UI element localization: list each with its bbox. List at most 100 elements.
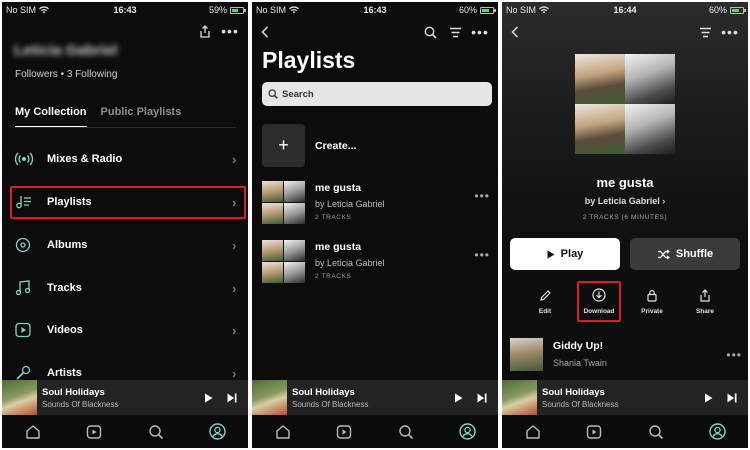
playlist-artwork [262,181,305,224]
menu-item-videos[interactable]: Videos › [12,313,244,347]
video-play-icon[interactable] [333,421,355,443]
bottom-nav [252,415,498,448]
menu-label: Artists [47,367,82,379]
mini-player-song: Soul Holidays [292,386,355,398]
track-row[interactable]: Giddy Up! Shania Twain ••• [510,338,742,374]
search-icon[interactable] [421,23,439,41]
profile-icon[interactable] [706,421,728,443]
lock-icon [632,286,672,304]
search-input[interactable]: Search [262,82,492,106]
edit-button[interactable]: Edit [525,286,565,315]
tab-my-collection[interactable]: My Collection [15,106,87,128]
play-icon[interactable] [200,390,216,406]
track-artist: Shania Twain [553,358,607,368]
create-playlist-button[interactable]: + Create... [262,124,356,167]
play-label: Play [560,248,584,260]
mini-player-artwork [502,380,537,415]
more-options-icon[interactable]: ••• [721,23,739,41]
more-options-icon[interactable]: ••• [474,248,490,262]
profile-name: Leticia Gabriel [14,42,118,59]
search-icon[interactable] [145,421,167,443]
home-icon[interactable] [522,421,544,443]
mini-player[interactable]: Soul Holidays Sounds Of Blackness [2,380,248,415]
profile-icon[interactable] [456,421,478,443]
battery-icon [730,6,746,14]
playlist-cover-art [575,54,675,154]
menu-label: Tracks [47,282,82,294]
status-bar: No SIM 16:43 59% [2,2,248,18]
menu-item-albums[interactable]: Albums › [12,228,244,262]
mini-player[interactable]: Soul Holidays Sounds Of Blackness [502,380,748,415]
mini-player-artist: Sounds Of Blackness [292,399,369,409]
bottom-nav [2,415,248,448]
followers-count[interactable]: Followers • 3 Following [15,69,117,80]
share-icon [685,286,725,304]
playlist-owner-link[interactable]: by Leticia Gabriel › [502,196,748,206]
shuffle-button[interactable]: Shuffle [630,238,740,270]
next-track-icon[interactable] [224,390,240,406]
home-icon[interactable] [272,421,294,443]
play-button[interactable]: Play [510,238,620,270]
more-options-icon[interactable]: ••• [726,348,742,362]
edit-label: Edit [538,308,552,315]
playlist-name: me gusta [315,182,362,194]
playlist-row[interactable]: me gusta by Leticia Gabriel 2 TRACKS ••• [262,240,490,286]
mini-player-song: Soul Holidays [42,386,105,398]
bottom-nav [502,415,748,448]
sort-icon[interactable] [446,23,464,41]
track-title: Giddy Up! [553,340,604,352]
page-title: Playlists [262,47,356,73]
playlist-track-count: 2 TRACKS [315,214,352,221]
more-options-icon[interactable]: ••• [474,189,490,203]
video-play-icon[interactable] [583,421,605,443]
next-track-icon[interactable] [724,390,740,406]
share-icon[interactable] [196,22,214,40]
video-play-icon[interactable] [83,421,105,443]
owner-name: by Leticia Gabriel [584,196,660,206]
playlist-artwork [262,240,305,283]
share-button[interactable]: Share [685,286,725,315]
play-icon[interactable] [700,390,716,406]
tab-public-playlists[interactable]: Public Playlists [101,106,182,128]
chevron-right-icon: › [662,196,666,206]
search-icon[interactable] [395,421,417,443]
mini-player-artist: Sounds Of Blackness [542,399,619,409]
search-placeholder: Search [282,88,314,100]
next-track-icon[interactable] [474,390,490,406]
home-icon[interactable] [22,421,44,443]
track-artwork [510,338,543,371]
menu-item-mixes-radio[interactable]: Mixes & Radio › [12,142,244,176]
video-icon [15,320,41,340]
playlist-row[interactable]: me gusta by Leticia Gabriel 2 TRACKS ••• [262,181,490,227]
download-highlight-box [577,281,621,322]
playlist-track-count: 2 TRACKS [315,273,352,280]
mini-player[interactable]: Soul Holidays Sounds Of Blackness [252,380,498,415]
battery-icon [230,6,246,14]
shuffle-label: Shuffle [675,248,714,260]
tab-divider [15,127,236,128]
search-icon[interactable] [645,421,667,443]
back-chevron-icon[interactable] [506,23,524,41]
menu-label: Albums [47,239,88,251]
playlist-detail-screen: No SIM 16:44 60% ••• me gusta by Leticia… [502,2,748,448]
back-chevron-icon[interactable] [256,23,274,41]
battery-percent: 59% [208,5,227,15]
create-label: Create... [315,139,357,152]
play-icon[interactable] [450,390,466,406]
private-button[interactable]: Private [632,286,672,315]
menu-label: Videos [47,324,83,336]
plus-icon: + [262,124,305,167]
menu-item-tracks[interactable]: Tracks › [12,271,244,305]
playlists-screen: No SIM 16:43 60% ••• Playlists Search + … [252,2,498,448]
battery-icon [480,6,496,14]
more-options-icon[interactable]: ••• [221,22,239,40]
chevron-right-icon: › [232,151,237,167]
battery-percent: 60% [458,5,477,15]
profile-icon[interactable] [206,421,228,443]
mini-player-artist: Sounds Of Blackness [42,399,119,409]
chevron-right-icon: › [232,237,237,253]
sort-icon[interactable] [696,23,714,41]
status-bar: No SIM 16:44 60% [502,2,748,18]
more-options-icon[interactable]: ••• [471,23,489,41]
share-label: Share [695,308,715,315]
